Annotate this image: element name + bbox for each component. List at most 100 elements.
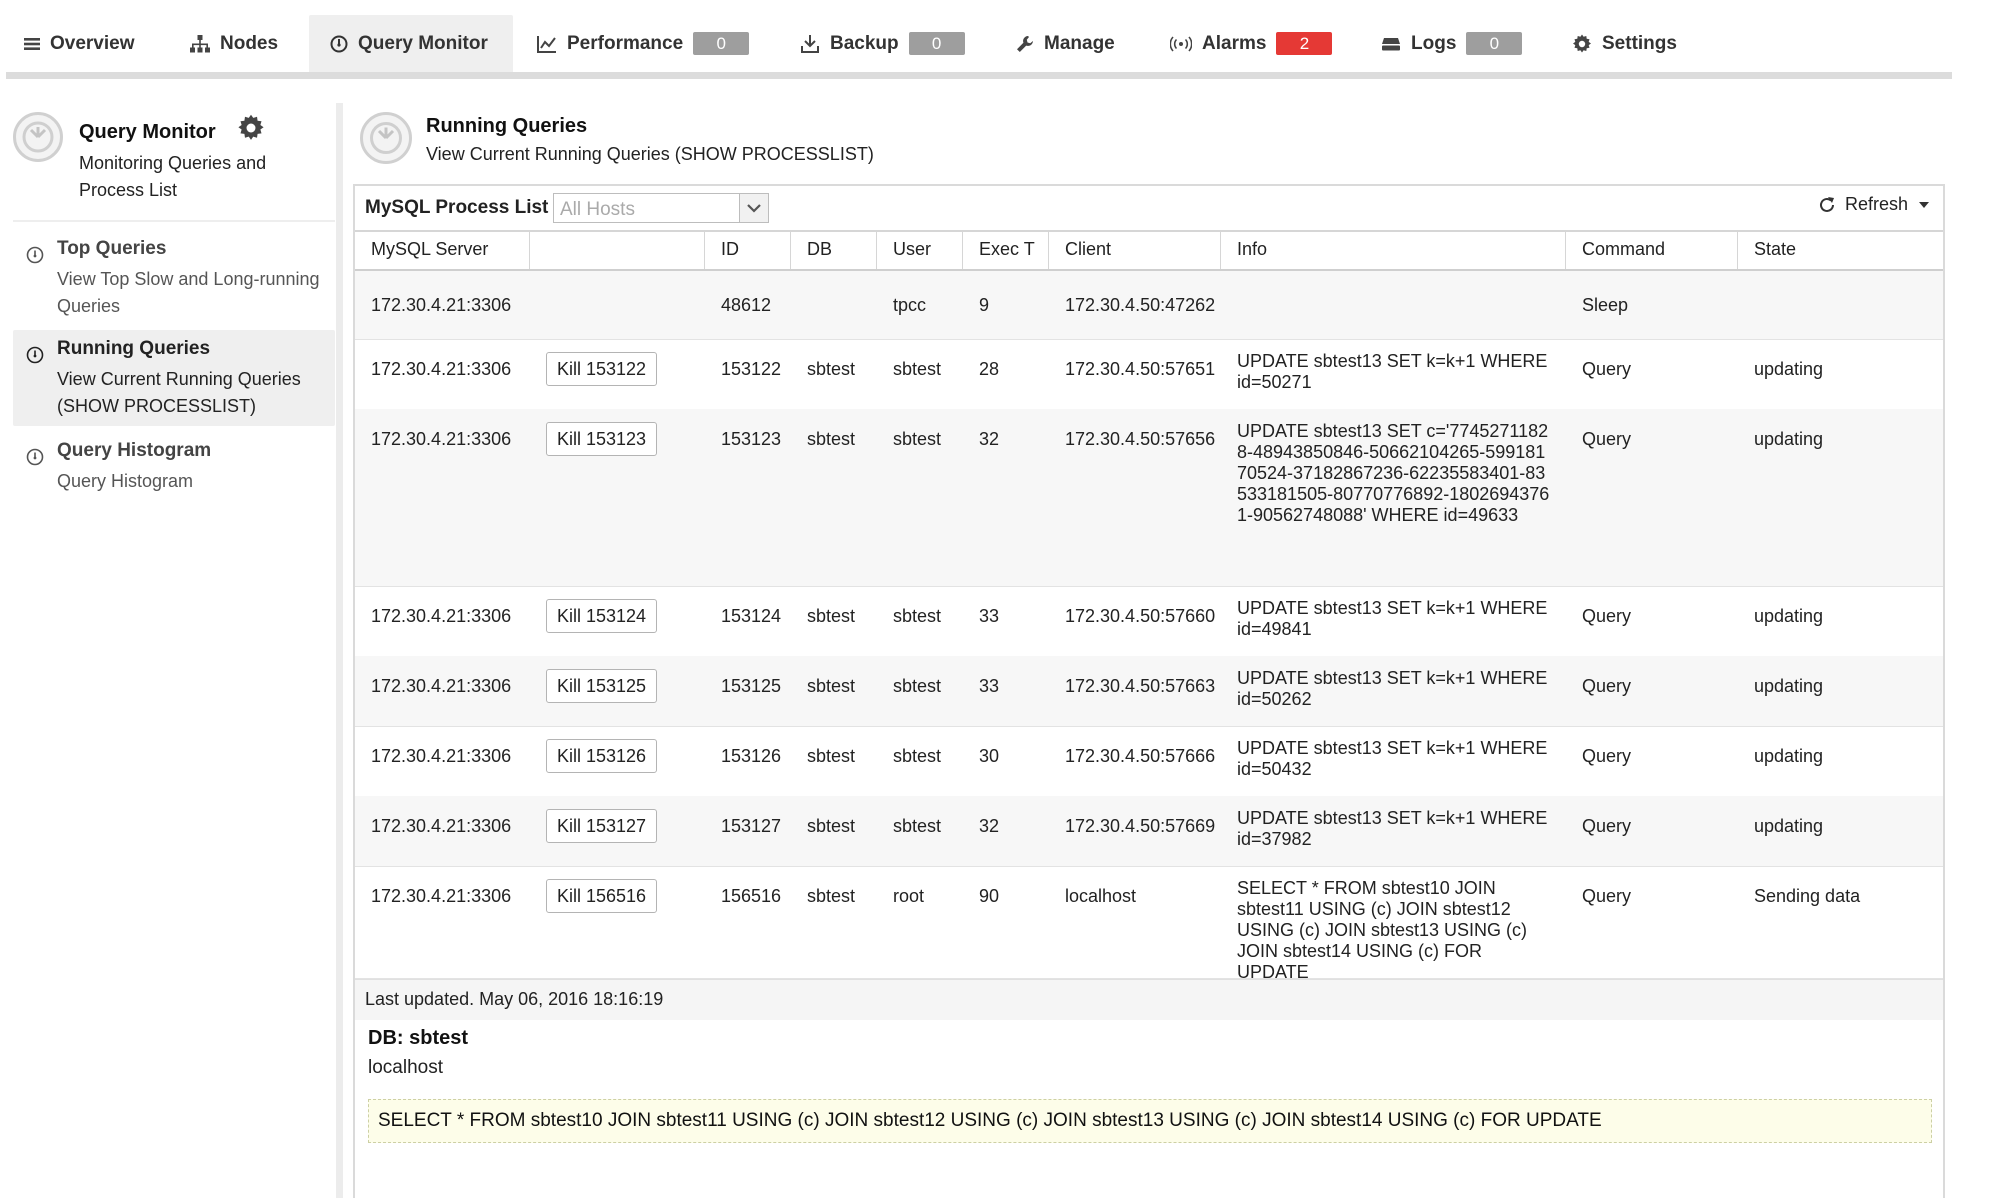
logs-badge: 0 <box>1466 32 1523 55</box>
cell-client: 172.30.4.50:57669 <box>1065 816 1216 836</box>
last-updated-text: Last updated. May 06, 2016 18:16:19 <box>365 989 664 1009</box>
kill-button[interactable]: Kill 153122 <box>546 352 658 386</box>
cell-user: tpcc <box>893 295 927 315</box>
gauge-icon <box>330 35 348 52</box>
detail-db: DB: sbtest <box>368 1027 469 1049</box>
query-detail-sql: SELECT * FROM sbtest10 JOIN sbtest11 USI… <box>368 1099 1932 1143</box>
sidebar-item-label: Running Queries <box>57 338 211 359</box>
backup-badge: 0 <box>908 32 965 55</box>
cell-id: 153125 <box>721 676 782 696</box>
sidebar-item-top-queries[interactable]: Top Queries View Top Slow and Long-runni… <box>13 230 335 320</box>
column-header[interactable]: MySQL Server <box>355 230 530 269</box>
cell-client: 172.30.4.50:57660 <box>1065 606 1216 626</box>
cell-user: sbtest <box>893 676 942 696</box>
cell-server: 172.30.4.21:3306 <box>371 295 512 315</box>
cell-info: UPDATE sbtest13 SET k=k+1 WHERE id=50262 <box>1237 668 1548 709</box>
cell-exec-time: 32 <box>979 429 1000 449</box>
sidebar-item-query-histogram[interactable]: Query Histogram Query Histogram <box>13 432 335 496</box>
kill-button[interactable]: Kill 153127 <box>546 809 658 843</box>
cell-info: UPDATE sbtest13 SET k=k+1 WHERE id=49841 <box>1237 598 1548 639</box>
last-updated-bar: Last updated. May 06, 2016 18:16:19 <box>355 979 1943 1020</box>
gear-icon[interactable] <box>237 114 265 142</box>
host-select-value: All Hosts <box>560 199 635 220</box>
nav-performance[interactable]: Performance 0 <box>537 15 750 72</box>
cell-server: 172.30.4.21:3306 <box>371 746 512 766</box>
refresh-button[interactable]: Refresh <box>1818 194 1930 215</box>
cell-state: updating <box>1754 429 1824 449</box>
refresh-label: Refresh <box>1845 194 1909 214</box>
column-header[interactable]: Command <box>1566 230 1738 269</box>
cell-info: UPDATE sbtest13 SET k=k+1 WHERE id=50271 <box>1237 351 1548 392</box>
cell-client: 172.30.4.50:57651 <box>1065 359 1216 379</box>
table-row: 172.30.4.21:3306 Kill 153122 153122 sbte… <box>355 339 1943 410</box>
cell-db: sbtest <box>807 676 856 696</box>
cell-command: Sleep <box>1582 295 1629 315</box>
sidebar-item-running-queries[interactable]: Running Queries View Current Running Que… <box>13 330 335 426</box>
column-header[interactable]: User <box>877 230 963 269</box>
list-icon <box>24 37 40 50</box>
sidebar-title: Query Monitor <box>79 121 216 143</box>
column-header[interactable]: State <box>1738 230 1943 269</box>
nav-performance-label: Performance <box>567 32 684 54</box>
cell-user: sbtest <box>893 359 942 379</box>
nav-settings[interactable]: Settings <box>1572 15 1677 72</box>
cell-command: Query <box>1582 606 1632 626</box>
cell-command: Query <box>1582 429 1632 449</box>
cell-db: sbtest <box>807 429 856 449</box>
nav-alarms-label: Alarms <box>1202 32 1267 54</box>
cell-id: 153126 <box>721 746 782 766</box>
nav-nodes[interactable]: Nodes <box>190 15 278 72</box>
nav-logs[interactable]: Logs 0 <box>1381 15 1523 72</box>
cell-user: sbtest <box>893 816 942 836</box>
running-queries-logo <box>360 112 412 164</box>
cell-server: 172.30.4.21:3306 <box>371 816 512 836</box>
nav-alarms[interactable]: Alarms 2 <box>1170 15 1333 72</box>
gauge-icon <box>26 346 44 364</box>
nav-manage[interactable]: Manage <box>1016 15 1115 72</box>
cell-command: Query <box>1582 359 1632 379</box>
column-header[interactable]: ID <box>705 230 791 269</box>
kill-button[interactable]: Kill 156516 <box>546 879 658 913</box>
sidebar-item-desc: View Current Running Queries (SHOW PROCE… <box>57 369 301 416</box>
cell-client: 172.30.4.50:57656 <box>1065 429 1216 449</box>
column-header <box>530 230 705 269</box>
table-row: 172.30.4.21:3306 Kill 153126 153126 sbte… <box>355 726 1943 797</box>
kill-button[interactable]: Kill 153126 <box>546 739 658 773</box>
cell-db: sbtest <box>807 746 856 766</box>
cell-server: 172.30.4.21:3306 <box>371 886 512 906</box>
cell-client: 172.30.4.50:47262 <box>1065 295 1216 315</box>
sidebar-item-label: Query Histogram <box>57 440 212 461</box>
column-header[interactable]: Info <box>1221 230 1566 269</box>
kill-button[interactable]: Kill 153125 <box>546 669 658 703</box>
caret-down-icon <box>1919 201 1930 208</box>
column-header[interactable]: DB <box>791 230 877 269</box>
cell-id: 153127 <box>721 816 782 836</box>
kill-button[interactable]: Kill 153123 <box>546 422 658 456</box>
nav-overview-label: Overview <box>50 32 135 54</box>
cell-exec-time: 33 <box>979 606 1000 626</box>
sidebar: Query Monitor Monitoring Queries and Pro… <box>0 103 336 1198</box>
panel-label: MySQL Process List <box>365 197 549 218</box>
table-header: MySQL Server ID DB User Exec T Client In… <box>355 230 1943 271</box>
cell-server: 172.30.4.21:3306 <box>371 676 512 696</box>
cell-exec-time: 90 <box>979 886 1000 906</box>
table-row: 172.30.4.21:3306 Kill 153127 153127 sbte… <box>355 796 1943 867</box>
cell-exec-time: 28 <box>979 359 1000 379</box>
cell-user: sbtest <box>893 606 942 626</box>
cell-exec-time: 9 <box>979 295 990 315</box>
nav-backup-label: Backup <box>830 32 899 54</box>
host-select[interactable]: All Hosts <box>553 193 769 223</box>
table-row: 172.30.4.21:3306 48612 tpcc 9 172.30.4.5… <box>355 271 1943 340</box>
cell-command: Query <box>1582 746 1632 766</box>
cell-db: sbtest <box>807 816 856 836</box>
cell-id: 48612 <box>721 295 772 315</box>
nav-query-monitor[interactable]: Query Monitor <box>309 15 513 72</box>
sidebar-divider <box>336 103 343 1198</box>
nav-backup[interactable]: Backup 0 <box>800 15 965 72</box>
column-header[interactable]: Client <box>1049 230 1221 269</box>
kill-button[interactable]: Kill 153124 <box>546 599 658 633</box>
chevron-down-icon[interactable] <box>739 194 768 222</box>
nav-overview[interactable]: Overview <box>24 15 135 72</box>
column-header[interactable]: Exec T <box>963 230 1049 269</box>
cell-command: Query <box>1582 886 1632 906</box>
